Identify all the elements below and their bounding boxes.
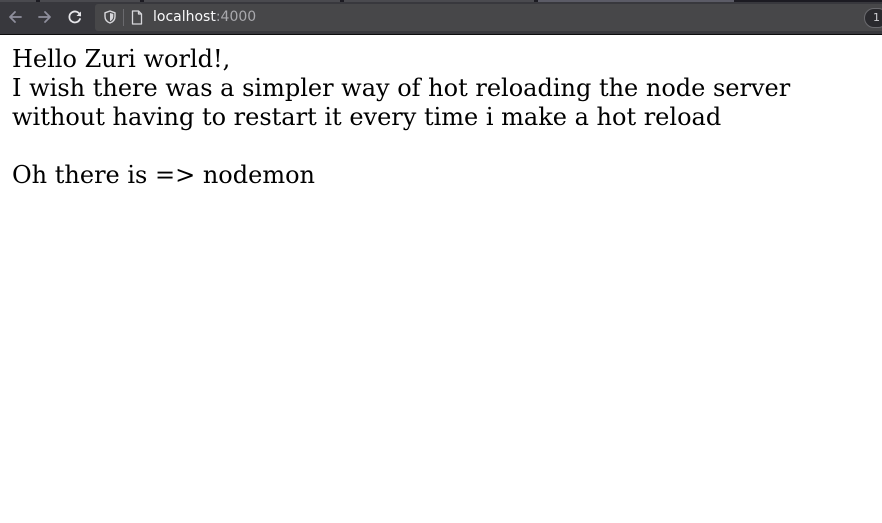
forward-button[interactable] (35, 7, 55, 27)
url-port: :4000 (215, 9, 257, 25)
toolbar-badge[interactable]: 1 (864, 8, 882, 28)
body-line-2: without having to restart it every time … (12, 103, 722, 131)
body-line-1: I wish there was a simpler way of hot re… (12, 74, 791, 102)
greeting-text: Hello Zuri world!, (12, 45, 231, 73)
url-bar[interactable]: localhost:4000 (95, 4, 882, 31)
url-bar-divider (123, 9, 124, 26)
url-host: localhost (153, 9, 216, 25)
shield-icon[interactable] (103, 10, 117, 24)
page-content: Hello Zuri world!, I wish there was a si… (0, 35, 882, 190)
browser-toolbar: localhost:4000 1 (0, 0, 882, 35)
arrow-left-icon (9, 11, 22, 23)
nodemon-text: Oh there is => nodemon (12, 161, 315, 189)
arrow-right-icon (38, 11, 51, 23)
tab-strip-edge (0, 0, 882, 2)
back-button[interactable] (5, 7, 25, 27)
reload-button[interactable] (65, 7, 85, 27)
page-icon[interactable] (131, 10, 143, 25)
url-text[interactable]: localhost:4000 (153, 9, 256, 26)
reload-icon (68, 10, 82, 24)
line-break (12, 132, 882, 161)
